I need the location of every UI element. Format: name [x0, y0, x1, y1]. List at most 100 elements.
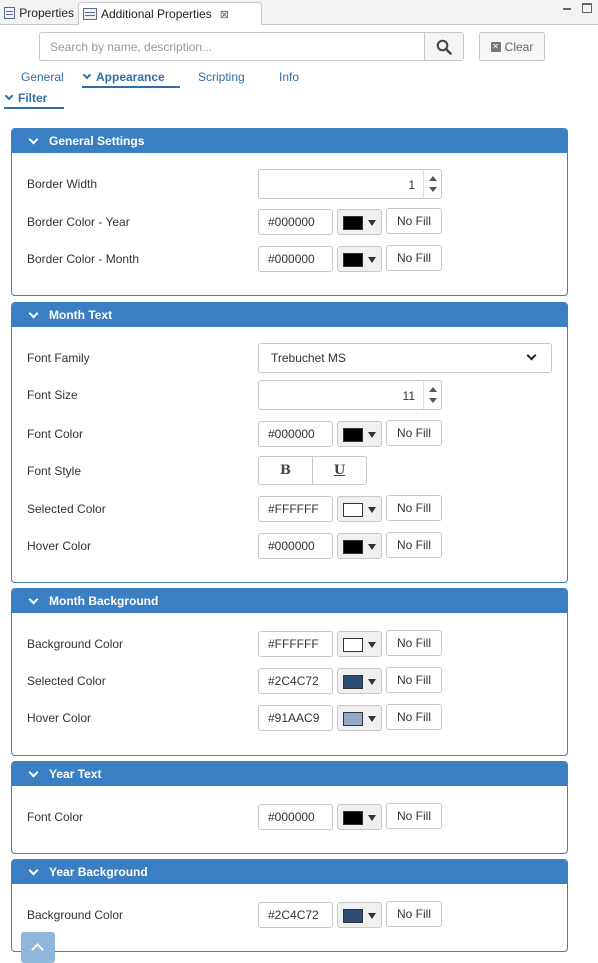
color-hex-field[interactable]: #000000 — [258, 209, 333, 235]
row-selected-color: Selected Color #2C4C72 No Fill — [12, 666, 567, 696]
stepper-arrows — [423, 381, 441, 409]
no-fill-button[interactable]: No Fill — [386, 704, 442, 730]
color-swatch — [343, 540, 363, 554]
row-background-color: Background Color #2C4C72 No Fill — [12, 900, 567, 930]
font-family-select[interactable]: Trebuchet MS — [258, 343, 552, 373]
increment-icon[interactable] — [429, 387, 437, 392]
color-hex-field[interactable]: #000000 — [258, 421, 333, 447]
color-picker[interactable] — [337, 209, 382, 235]
tab-properties[interactable]: Properties — [0, 2, 78, 24]
minimize-icon[interactable] — [562, 3, 572, 13]
color-picker[interactable] — [337, 631, 382, 657]
color-hex-field[interactable]: #2C4C72 — [258, 902, 333, 928]
row-font-color: Font Color #000000 No Fill — [12, 802, 567, 832]
no-fill-button[interactable]: No Fill — [386, 420, 442, 446]
border-width-stepper[interactable]: 1 — [258, 169, 442, 199]
color-picker[interactable] — [337, 705, 382, 731]
tab-general[interactable]: General — [21, 70, 64, 84]
panel-header-month-background[interactable]: Month Background — [12, 589, 567, 613]
font-size-stepper[interactable]: 11 — [258, 380, 442, 410]
no-fill-button[interactable]: No Fill — [386, 630, 442, 656]
decrement-icon[interactable] — [429, 398, 437, 403]
no-fill-button[interactable]: No Fill — [386, 901, 442, 927]
row-label: Font Family — [27, 351, 90, 365]
decrement-icon[interactable] — [429, 187, 437, 192]
maximize-icon[interactable] — [582, 3, 592, 13]
no-fill-button[interactable]: No Fill — [386, 495, 442, 521]
dropdown-arrow-icon — [368, 913, 376, 919]
stepper-value: 11 — [402, 389, 415, 403]
color-picker[interactable] — [337, 668, 382, 694]
dropdown-arrow-icon — [368, 815, 376, 821]
panel-header-general-settings[interactable]: General Settings — [12, 129, 567, 153]
row-border-width: Border Width 1 — [12, 169, 567, 199]
row-font-style: Font Style B U — [12, 456, 567, 486]
color-swatch — [343, 811, 363, 825]
row-label: Hover Color — [27, 711, 92, 725]
clear-button-label: Clear — [504, 39, 534, 54]
tab-filter-label: Filter — [18, 91, 48, 105]
no-fill-button[interactable]: No Fill — [386, 667, 442, 693]
color-hex-field[interactable]: #FFFFFF — [258, 496, 333, 522]
panel-header-year-text[interactable]: Year Text — [12, 762, 567, 786]
row-label: Background Color — [27, 908, 124, 922]
tab-appearance[interactable]: Appearance — [82, 70, 180, 88]
panel-header-year-background[interactable]: Year Background — [12, 860, 567, 884]
row-label: Border Color - Month — [27, 252, 140, 266]
row-label: Hover Color — [27, 539, 92, 553]
clear-button[interactable]: ✕ Clear — [479, 32, 545, 61]
stepper-value: 1 — [408, 178, 415, 192]
no-fill-button[interactable]: No Fill — [386, 532, 442, 558]
panel-month-background: Month Background Background Color #FFFFF… — [11, 588, 568, 756]
color-picker[interactable] — [337, 246, 382, 272]
increment-icon[interactable] — [429, 176, 437, 181]
scroll-to-top-button[interactable] — [21, 932, 55, 963]
tab-additional-properties[interactable]: Additional Properties ⊠ — [78, 2, 262, 25]
search-input[interactable] — [40, 33, 424, 60]
row-label: Selected Color — [27, 502, 106, 516]
row-label: Background Color — [27, 637, 124, 651]
row-hover-color: Hover Color #91AAC9 No Fill — [12, 703, 567, 733]
tab-scripting[interactable]: Scripting — [198, 70, 245, 84]
clear-icon: ✕ — [490, 41, 501, 52]
close-tab-icon[interactable]: ⊠ — [220, 8, 229, 21]
tab-filter[interactable]: Filter — [4, 91, 64, 109]
window-controls — [562, 3, 592, 13]
no-fill-button[interactable]: No Fill — [386, 245, 442, 271]
chevron-down-icon — [28, 308, 39, 318]
color-hex-field[interactable]: #000000 — [258, 804, 333, 830]
no-fill-button[interactable]: No Fill — [386, 208, 442, 234]
underline-toggle[interactable]: U — [312, 456, 367, 485]
color-hex-field[interactable]: #2C4C72 — [258, 668, 333, 694]
tab-properties-label: Properties — [19, 6, 74, 20]
row-font-color: Font Color #000000 No Fill — [12, 419, 567, 449]
chevron-down-icon — [82, 70, 92, 80]
panel-header-month-text[interactable]: Month Text — [12, 303, 567, 327]
color-hex-field[interactable]: #91AAC9 — [258, 705, 333, 731]
color-swatch — [343, 253, 363, 267]
no-fill-button[interactable]: No Fill — [386, 803, 442, 829]
panel-year-background: Year Background Background Color #2C4C72… — [11, 859, 568, 952]
color-picker[interactable] — [337, 902, 382, 928]
panel-title: Year Text — [49, 767, 102, 781]
search-button[interactable] — [424, 33, 463, 60]
color-picker[interactable] — [337, 496, 382, 522]
tab-info[interactable]: Info — [279, 70, 299, 84]
stepper-arrows — [423, 170, 441, 198]
color-hex-field[interactable]: #FFFFFF — [258, 631, 333, 657]
row-font-family: Font Family Trebuchet MS — [12, 343, 567, 373]
color-picker[interactable] — [337, 804, 382, 830]
color-hex-field[interactable]: #000000 — [258, 533, 333, 559]
row-label: Font Style — [27, 464, 82, 478]
panel-year-text: Year Text Font Color #000000 No Fill — [11, 761, 568, 854]
panel-title: General Settings — [49, 134, 145, 148]
dropdown-arrow-icon — [368, 716, 376, 722]
color-picker[interactable] — [337, 533, 382, 559]
color-picker[interactable] — [337, 421, 382, 447]
bold-toggle[interactable]: B — [258, 456, 313, 485]
color-hex-field[interactable]: #000000 — [258, 246, 333, 272]
dropdown-arrow-icon — [368, 544, 376, 550]
dropdown-arrow-icon — [368, 432, 376, 438]
properties-icon — [83, 8, 97, 20]
row-label: Font Color — [27, 427, 84, 441]
